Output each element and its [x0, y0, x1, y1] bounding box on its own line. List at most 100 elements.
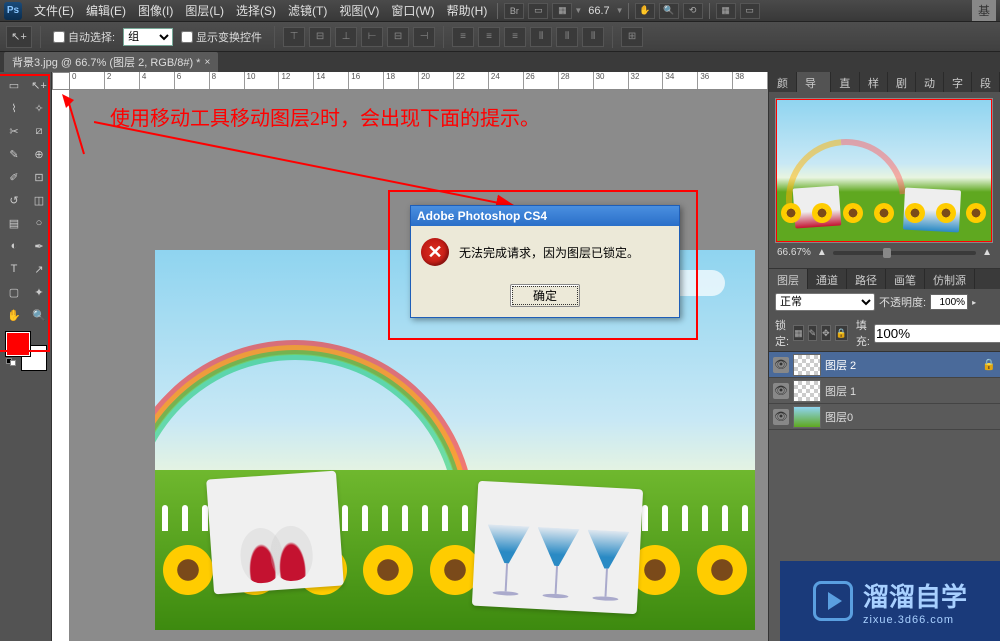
panel-tab[interactable]: 颜	[769, 72, 797, 92]
align-right-icon[interactable]: ⊣	[413, 27, 435, 47]
dropdown-arrow-icon[interactable]: ▼	[616, 6, 624, 15]
layer-thumbnail[interactable]	[793, 354, 821, 376]
align-left-icon[interactable]: ⊢	[361, 27, 383, 47]
lock-transparency-icon[interactable]: ▦	[793, 325, 804, 341]
auto-select-target[interactable]: 组	[123, 28, 173, 46]
show-transform-checkbox[interactable]: 显示变换控件	[181, 29, 262, 45]
menu-select[interactable]: 选择(S)	[230, 2, 282, 19]
gradient-tool[interactable]: ▤	[2, 212, 26, 234]
zoom-out-icon[interactable]: ▲	[817, 247, 827, 258]
auto-select-checkbox[interactable]: 自动选择:	[53, 29, 115, 45]
embedded-image-blue-glasses[interactable]	[472, 481, 643, 614]
document-tab[interactable]: 背景3.jpg @ 66.7% (图层 2, RGB/8#) * ×	[4, 52, 218, 72]
menu-image[interactable]: 图像(I)	[132, 2, 179, 19]
menu-filter[interactable]: 滤镜(T)	[282, 2, 333, 19]
pen-tool[interactable]: ✒	[27, 235, 51, 257]
close-icon[interactable]: ×	[204, 57, 210, 68]
zoom-in-icon[interactable]: ▲	[982, 247, 992, 258]
panel-tab[interactable]: 直信	[831, 72, 860, 92]
visibility-icon[interactable]: 👁	[773, 357, 789, 373]
panel-tab[interactable]: 样	[860, 72, 888, 92]
embedded-image-red-glasses[interactable]	[206, 471, 344, 595]
fill-input[interactable]	[874, 324, 1000, 343]
zoom-value[interactable]: 66.7	[588, 5, 609, 17]
panel-tab[interactable]: 导航器	[797, 72, 831, 92]
align-bottom-icon[interactable]: ⊥	[335, 27, 357, 47]
blend-mode-select[interactable]: 正常	[775, 293, 875, 311]
stamp-tool[interactable]: ⊡	[27, 166, 51, 188]
panel-tab[interactable]: 剧	[888, 72, 916, 92]
distribute-hcenter-icon[interactable]: ⫴	[556, 27, 578, 47]
lock-all-icon[interactable]: 🔒	[835, 325, 848, 341]
menu-view[interactable]: 视图(V)	[333, 2, 385, 19]
menu-help[interactable]: 帮助(H)	[441, 2, 494, 19]
active-tool-indicator[interactable]: ↖+	[6, 26, 32, 48]
layer-name[interactable]: 图层 2	[825, 357, 856, 373]
arrange-icon[interactable]: ▦	[552, 3, 572, 19]
lasso-tool[interactable]: ⌇	[2, 97, 26, 119]
history-brush-tool[interactable]: ↺	[2, 189, 26, 211]
menu-window[interactable]: 窗口(W)	[385, 2, 440, 19]
dodge-tool[interactable]: ◐	[2, 235, 26, 257]
screen-mode2-icon[interactable]: ▭	[740, 3, 760, 19]
ok-button[interactable]: 确定	[510, 284, 580, 307]
layer-name[interactable]: 图层0	[825, 409, 853, 425]
navigator-zoom-value[interactable]: 66.67%	[777, 247, 811, 258]
layer-thumbnail[interactable]	[793, 380, 821, 402]
eyedropper-tool[interactable]: ✎	[2, 143, 26, 165]
distribute-bottom-icon[interactable]: ≡	[504, 27, 526, 47]
show-transform-input[interactable]	[181, 31, 193, 43]
canvas-area[interactable]: 使用移动工具移动图层2时，会出现下面的提示。 Adobe Photoshop C…	[70, 90, 768, 641]
zoom-tool-icon[interactable]: 🔍	[659, 3, 679, 19]
auto-select-input[interactable]	[53, 31, 65, 43]
align-top-icon[interactable]: ⊤	[283, 27, 305, 47]
zoom-tool[interactable]: 🔍	[27, 304, 51, 326]
hand-tool[interactable]: ✋	[2, 304, 26, 326]
menu-file[interactable]: 文件(E)	[28, 2, 80, 19]
blur-tool[interactable]: ○	[27, 212, 51, 234]
menu-layer[interactable]: 图层(L)	[179, 2, 230, 19]
panel-tab[interactable]: 动	[916, 72, 944, 92]
layer-row[interactable]: 👁 图层 1	[769, 378, 1000, 404]
panel-tab[interactable]: 通道	[808, 269, 847, 289]
navigator-viewbox[interactable]	[776, 99, 992, 242]
panel-tab[interactable]: 图层	[769, 269, 808, 289]
distribute-vcenter-icon[interactable]: ≡	[478, 27, 500, 47]
type-tool[interactable]: T	[2, 258, 26, 280]
align-vcenter-icon[interactable]: ⊟	[309, 27, 331, 47]
horizontal-ruler[interactable]: 02468101214161820222426283032343638	[70, 72, 768, 90]
layer-row[interactable]: 👁图层 2🔒	[769, 352, 1000, 378]
lock-pixels-icon[interactable]: ✎	[808, 325, 818, 341]
align-hcenter-icon[interactable]: ⊟	[387, 27, 409, 47]
panel-tab[interactable]: 画笔	[886, 269, 925, 289]
screen-mode-icon[interactable]: ▭	[528, 3, 548, 19]
healing-tool[interactable]: ⊕	[27, 143, 51, 165]
hand-tool-icon[interactable]: ✋	[635, 3, 655, 19]
arrange-docs-icon[interactable]: ▦	[716, 3, 736, 19]
bridge-icon[interactable]: Br	[504, 3, 524, 19]
navigator-zoom-slider[interactable]	[833, 251, 976, 255]
layer-thumbnail[interactable]	[793, 406, 821, 428]
navigator-thumbnail[interactable]	[775, 98, 993, 243]
slice-tool[interactable]: ⧄	[27, 120, 51, 142]
move-tool[interactable]: ↖+	[27, 74, 51, 96]
distribute-top-icon[interactable]: ≡	[452, 27, 474, 47]
menu-edit[interactable]: 编辑(E)	[80, 2, 132, 19]
distribute-left-icon[interactable]: ⫴	[530, 27, 552, 47]
dialog-titlebar[interactable]: Adobe Photoshop CS4	[411, 206, 679, 226]
layer-name[interactable]: 图层 1	[825, 383, 856, 399]
shape-tool[interactable]: ▢	[2, 281, 26, 303]
ruler-origin[interactable]	[52, 72, 70, 90]
foreground-color[interactable]	[6, 332, 30, 356]
panel-tab[interactable]: 段	[972, 72, 1000, 92]
opacity-input[interactable]	[930, 294, 968, 310]
rotate-view-icon[interactable]: ⟲	[683, 3, 703, 19]
visibility-icon[interactable]: 👁	[773, 383, 789, 399]
dropdown-arrow-icon[interactable]: ▼	[574, 6, 582, 15]
workspace-label[interactable]: 基	[972, 0, 996, 21]
vertical-ruler[interactable]	[52, 90, 70, 641]
default-colors-icon[interactable]	[6, 358, 16, 368]
panel-tab[interactable]: 仿制源	[925, 269, 975, 289]
wand-tool[interactable]: ✧	[27, 97, 51, 119]
lock-position-icon[interactable]: ✥	[821, 325, 831, 341]
